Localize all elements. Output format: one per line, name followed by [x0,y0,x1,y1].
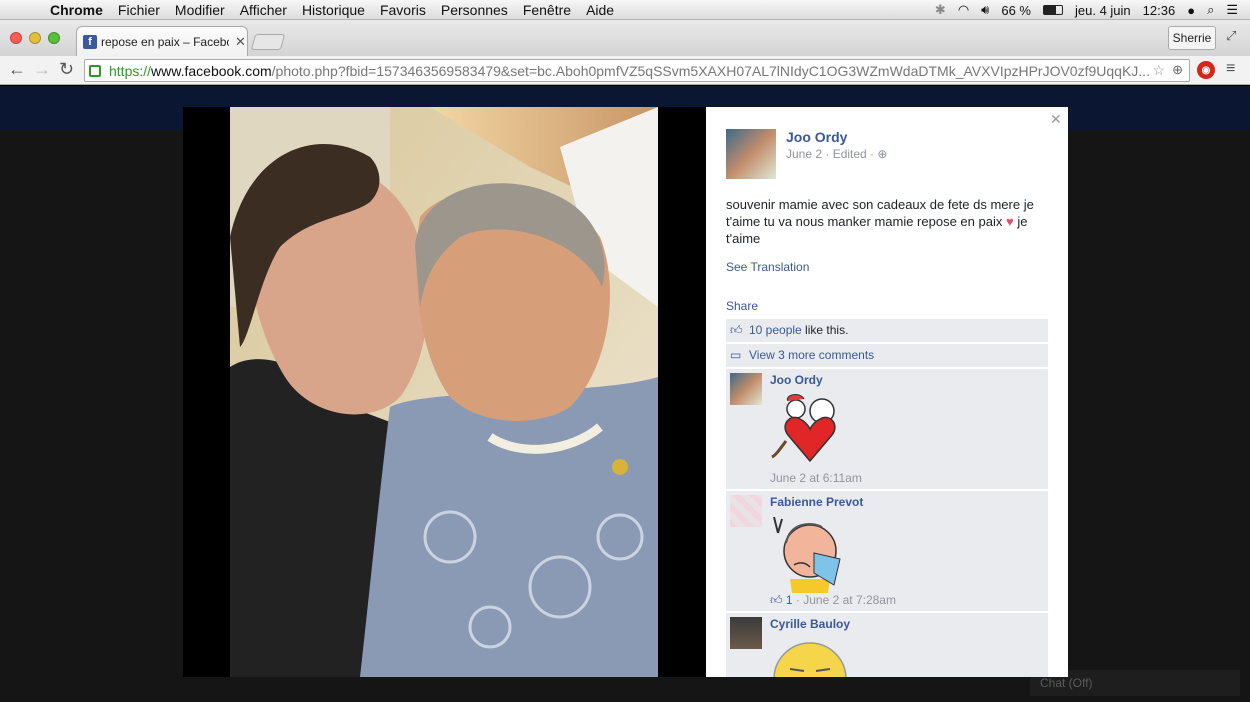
comment-item: Fabienne Prevot 👍︎ 1 · June 2 at 7:28am [726,491,1048,611]
comment-avatar[interactable] [730,495,762,527]
menu-app[interactable]: Chrome [50,2,103,18]
menu-historique[interactable]: Historique [302,2,365,18]
url-scheme: https:// [109,62,152,79]
author-name-link[interactable]: Joo Ordy [786,129,847,145]
battery-icon[interactable] [1043,5,1063,15]
browser-toolbar: ← → ↻ https:// www.facebook.com /photo.p… [0,56,1250,85]
address-bar[interactable]: https:// www.facebook.com /photo.php?fbi… [84,59,1190,82]
close-icon[interactable]: ✕ [1050,111,1062,128]
menu-aide[interactable]: Aide [586,2,614,18]
comment-avatar[interactable] [730,373,762,405]
forward-icon[interactable]: → [33,59,51,80]
comment-bubble-icon: ▭ [730,348,742,362]
menu-fichier[interactable]: Fichier [118,2,160,18]
facebook-favicon-icon: f [83,34,97,49]
heart-emoji-icon: ♥ [1005,214,1014,229]
wifi-icon[interactable]: ◠ [958,2,969,18]
url-host: www.facebook.com [151,62,272,79]
tab-strip: f repose en paix – Facebook ✕ Sherrie ⤢ [0,20,1250,56]
comment-item: Joo Ordy June 2 at 6:11am [726,369,1048,489]
see-translation-link[interactable]: See Translation [726,260,809,274]
selfie-photo-illustration [230,107,658,677]
post-date[interactable]: June 2 · Edited · [786,147,874,161]
post-side-panel: ✕ Joo Ordy June 2 · Edited · ⊕ souvenir … [706,107,1068,677]
tab-title: repose en paix – Facebook [101,34,229,49]
url-path: /photo.php?fbid=1573463569583479&set=bc.… [271,62,1150,79]
reload-icon[interactable]: ↻ [59,59,74,80]
date-label[interactable]: jeu. 4 juin [1075,3,1131,18]
profile-button[interactable]: Sherrie [1168,26,1216,50]
new-tab-button[interactable] [250,34,286,50]
zoom-window-button[interactable] [48,32,60,44]
likes-row: 👍︎ 10 people like this. [726,319,1048,342]
comment-author-link[interactable]: Fabienne Prevot [770,495,863,509]
minimize-window-button[interactable] [29,32,41,44]
like-thumb-icon: 👍︎ [770,593,783,607]
menu-personnes[interactable]: Personnes [441,2,508,18]
menu-modifier[interactable]: Modifier [175,2,225,18]
globe-icon[interactable]: ⊕ [877,147,887,161]
fullscreen-icon[interactable]: ⤢ [1226,28,1236,44]
post-text: souvenir mamie avec son cadeaux de fete … [726,196,1046,247]
zoom-icon[interactable]: ⊕ [1172,62,1183,78]
bookmark-star-icon[interactable]: ☆ [1152,62,1165,79]
bluetooth-icon[interactable]: ✱ [935,2,946,18]
spotlight-icon[interactable]: ⌕ [1207,2,1214,18]
tab-close-icon[interactable]: ✕ [235,34,246,50]
likes-suffix: like this. [801,323,849,337]
share-link[interactable]: Share [726,299,758,313]
comment-author-link[interactable]: Cyrille Bauloy [770,617,850,631]
user-icon[interactable]: ● [1187,3,1195,18]
post-photo[interactable] [230,107,658,677]
notification-center-icon[interactable]: ☰ [1226,2,1238,18]
heart-hug-sticker-icon [771,394,836,463]
secure-lock-icon[interactable] [89,64,101,77]
time-label[interactable]: 12:36 [1143,3,1176,18]
browser-tab[interactable]: f repose en paix – Facebook ✕ [76,26,248,56]
volume-icon[interactable]: 🔊︎ [981,2,989,18]
sad-face-sticker-icon [773,642,847,677]
post-meta: June 2 · Edited · ⊕ [786,147,887,161]
view-more-comments-row[interactable]: ▭ View 3 more comments [726,344,1048,367]
menu-afficher[interactable]: Afficher [240,2,287,18]
author-avatar[interactable] [726,129,776,179]
page-viewport: Chat (Off) ✕ Joo Ordy June 2 · Edited · … [0,86,1250,702]
comment-timestamp[interactable]: · June 2 at 7:28am [793,593,896,607]
extension-icon[interactable]: ◉ [1197,61,1215,79]
mac-menu-bar: Chrome Fichier Modifier Afficher Histori… [0,0,1250,20]
menu-fenetre[interactable]: Fenêtre [523,2,571,18]
battery-percent[interactable]: 66 % [1001,3,1031,18]
like-thumb-icon: 👍︎ [730,323,743,337]
view-more-comments-link[interactable]: View 3 more comments [749,348,874,362]
likes-count-link[interactable]: 10 people [749,323,802,337]
menu-favoris[interactable]: Favoris [380,2,426,18]
comment-author-link[interactable]: Joo Ordy [770,373,823,387]
post-text-part1: souvenir mamie avec son cadeaux de fete … [726,197,1034,229]
crying-tissue-sticker-icon [773,516,841,593]
comment-avatar[interactable] [730,617,762,649]
comment-like-count[interactable]: 1 [786,593,793,607]
comment-item: Cyrille Bauloy [726,613,1048,677]
chrome-menu-icon[interactable]: ≡ [1226,60,1235,78]
comment-timestamp[interactable]: June 2 at 6:11am [770,471,862,485]
comment-meta-row: 👍︎ 1 · June 2 at 7:28am [770,593,896,608]
close-window-button[interactable] [10,32,22,44]
back-icon[interactable]: ← [8,59,26,80]
